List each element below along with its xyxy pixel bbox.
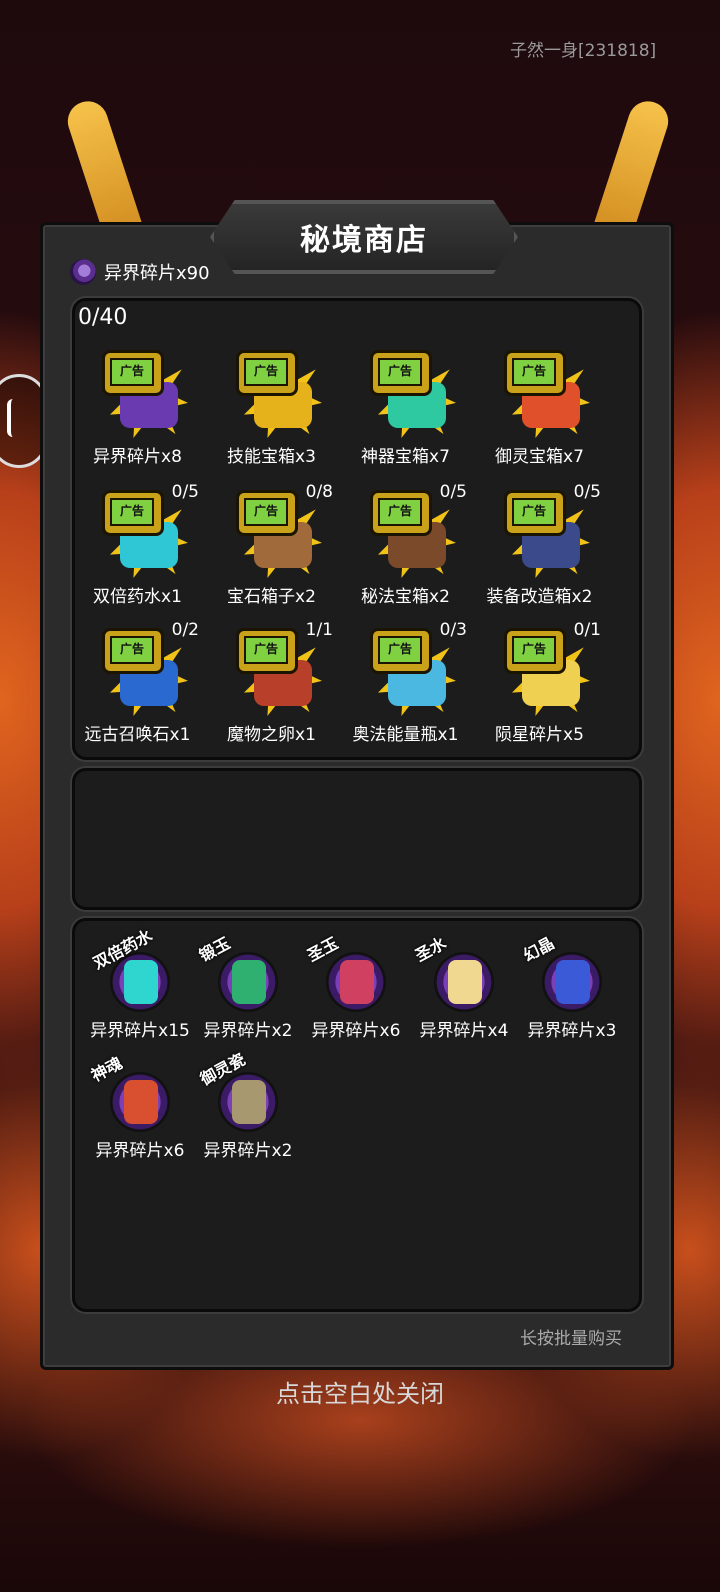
holy-water-icon [448,960,482,1004]
item-price: 异界碎片x4 [419,1021,509,1041]
purple-fragment-icon [70,259,96,285]
item-price: 异界碎片x3 [527,1021,617,1041]
item-price: 异界碎片x2 [203,1021,293,1041]
item-limit-count: 0/5 [439,482,467,502]
ad-badge: 广告 [512,498,556,526]
ad-reward-item[interactable]: 广告技能宝箱x3 [204,338,339,468]
hourglass-potion-icon [124,960,158,1004]
item-limit-count: 0/5 [573,482,601,502]
ad-tv-icon: 广告 [102,490,164,536]
item-name: 奥法能量瓶x1 [352,725,459,745]
shop-title: 秘境商店 [300,223,428,258]
user-id-label: 子然一身[231818] [510,41,657,61]
spirit-vase-icon [232,1080,266,1124]
ad-tv-icon: 广告 [370,350,432,396]
red-crystal-icon [340,960,374,1004]
ad-badge: 广告 [378,498,422,526]
item-price: 异界碎片x2 [203,1141,293,1161]
item-name: 技能宝箱x3 [227,447,316,467]
item-limit-count: 0/3 [439,620,467,640]
ad-reward-item[interactable]: 广告 0/5 装备改造箱x2 [472,478,607,608]
ad-counter: 0/40 [78,305,128,330]
ad-reward-item[interactable]: 广告 0/3 奥法能量瓶x1 [338,616,473,746]
item-name: 神器宝箱x7 [361,447,450,467]
item-name: 陨星碎片x5 [495,725,584,745]
currency-display: 异界碎片x90 [70,259,210,285]
ad-tv-icon: 广告 [504,350,566,396]
ad-badge: 广告 [512,358,556,386]
item-name: 宝石箱子x2 [227,587,316,607]
green-jade-icon [232,960,266,1004]
item-limit-count: 0/8 [305,482,333,502]
ad-reward-item[interactable]: 广告 0/8 宝石箱子x2 [204,478,339,608]
ad-badge: 广告 [244,358,288,386]
ad-badge: 广告 [378,636,422,664]
ad-reward-item[interactable]: 广告 0/5 双倍药水x1 [70,478,205,608]
hold-batch-buy-hint: 长按批量购买 [520,1329,622,1349]
ad-badge: 广告 [378,358,422,386]
ad-reward-item[interactable]: 广告 1/1 魔物之卵x1 [204,616,339,746]
ad-tv-icon: 广告 [102,350,164,396]
item-price: 异界碎片x6 [95,1141,185,1161]
ad-reward-item[interactable]: 广告御灵宝箱x7 [472,338,607,468]
item-name: 御灵宝箱x7 [495,447,584,467]
tap-to-close-hint[interactable]: 点击空白处关闭 [0,1374,720,1409]
item-limit-count: 0/5 [171,482,199,502]
ad-badge: 广告 [110,358,154,386]
item-name: 秘法宝箱x2 [361,587,450,607]
ad-tv-icon: 广告 [236,628,298,674]
ad-tv-icon: 广告 [236,350,298,396]
ad-reward-item[interactable]: 广告 0/1 陨星碎片x5 [472,616,607,746]
currency-label: 异界碎片x90 [104,263,210,284]
item-name: 远古召唤石x1 [84,725,191,745]
ad-tv-icon: 广告 [236,490,298,536]
ad-reward-item[interactable]: 广告异界碎片x8 [70,338,205,468]
shop-item[interactable]: 圣水 异界碎片x4 [410,930,518,1050]
ad-reward-item[interactable]: 广告神器宝箱x7 [338,338,473,468]
shop-item[interactable]: 幻晶 异界碎片x3 [518,930,626,1050]
ad-tv-icon: 广告 [504,628,566,674]
item-name: 装备改造箱x2 [486,587,593,607]
ad-badge: 广告 [110,636,154,664]
spirit-flame-icon [124,1080,158,1124]
item-name: 异界碎片x8 [93,447,182,467]
item-limit-count: 1/1 [305,620,333,640]
ad-tv-icon: 广告 [504,490,566,536]
shop-item[interactable]: 锻玉 异界碎片x2 [194,930,302,1050]
ad-tv-icon: 广告 [370,628,432,674]
ad-badge: 广告 [244,498,288,526]
ad-tv-icon: 广告 [102,628,164,674]
item-price: 异界碎片x15 [90,1021,190,1041]
ad-reward-item[interactable]: 广告 0/5 秘法宝箱x2 [338,478,473,608]
shop-item[interactable]: 神魂 异界碎片x6 [86,1050,194,1170]
ad-badge: 广告 [244,636,288,664]
shop-item[interactable]: 圣玉 异界碎片x6 [302,930,410,1050]
item-limit-count: 0/1 [573,620,601,640]
ad-badge: 广告 [512,636,556,664]
item-name: 魔物之卵x1 [227,725,316,745]
shop-title-plate: 秘境商店 [210,200,518,274]
shop-item[interactable]: 双倍药水 异界碎片x15 [86,926,194,1050]
item-limit-count: 0/2 [171,620,199,640]
item-price: 异界碎片x6 [311,1021,401,1041]
shop-item[interactable]: 御灵瓷 异界碎片x2 [194,1050,302,1170]
blue-crystal-icon [556,960,590,1004]
ad-badge: 广告 [110,498,154,526]
ad-tv-icon: 广告 [370,490,432,536]
empty-section [72,768,642,910]
item-name: 双倍药水x1 [93,587,182,607]
ad-reward-item[interactable]: 广告 0/2 远古召唤石x1 [70,616,205,746]
